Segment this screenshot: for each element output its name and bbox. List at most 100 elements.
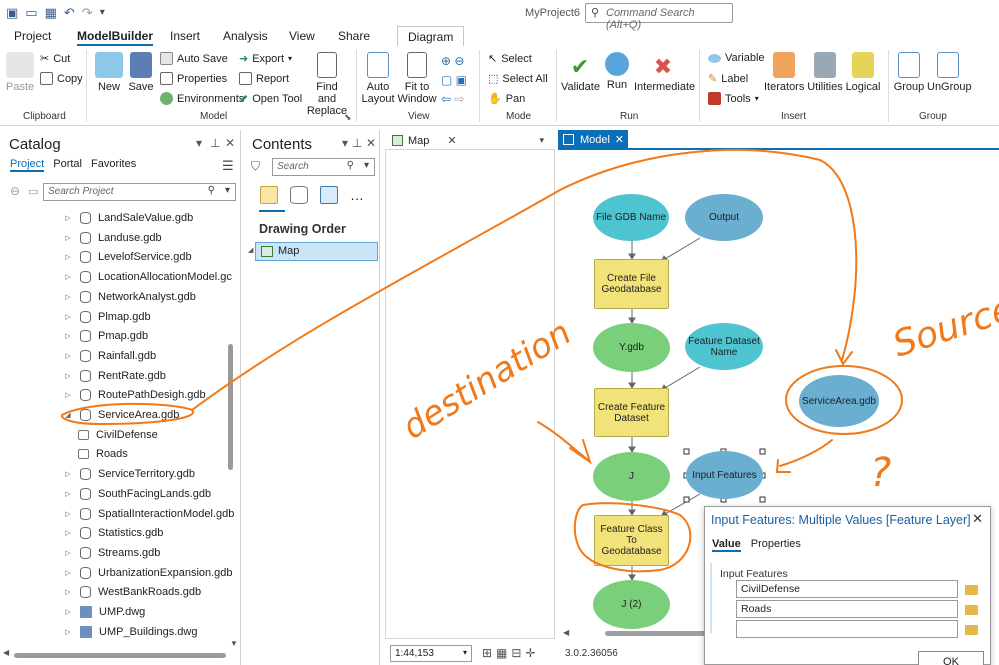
model-node-y-gdb[interactable]: Y.gdb (593, 323, 670, 372)
catalog-item[interactable]: ▷ Landuse.gdb (62, 229, 162, 247)
collapse-icon[interactable]: ◢ (62, 411, 74, 419)
fixed-zoom-icon[interactable]: ▢ ▣ (441, 71, 467, 90)
catalog-item[interactable]: ▷ UMP.dwg (62, 603, 145, 621)
close-icon[interactable]: ✕ (447, 134, 456, 147)
expand-icon[interactable]: ▷ (62, 253, 74, 261)
tab-share[interactable]: Share (338, 29, 370, 43)
paste-button[interactable]: Paste (6, 52, 34, 93)
model-node-file-gdb-name[interactable]: File GDB Name (593, 194, 669, 241)
cut-button[interactable]: ✂ Cut (40, 52, 70, 66)
list-by-selection-icon[interactable] (320, 186, 338, 204)
scroll-left-icon[interactable]: ◀ (563, 628, 569, 637)
map-layer-item[interactable]: Map (255, 242, 378, 261)
model-node-servicearea-gdb[interactable]: ServiceArea.gdb (799, 375, 879, 427)
list-by-source-icon[interactable] (290, 186, 308, 204)
tab-catalog-favorites[interactable]: Favorites (91, 158, 136, 172)
catalog-item[interactable]: ▷ UrbanizationExpansion.gdb (62, 564, 233, 582)
catalog-item[interactable]: ▷ Plmap.gdb (62, 308, 151, 326)
menu-icon[interactable]: ☰ (222, 158, 234, 174)
tab-properties[interactable]: Properties (751, 538, 801, 552)
tab-analysis[interactable]: Analysis (223, 29, 268, 43)
scroll-left-icon[interactable]: ◀ (3, 648, 9, 657)
undo-icon[interactable]: ↶ (64, 5, 75, 21)
horizontal-scrollbar[interactable] (14, 653, 226, 658)
new-model-button[interactable]: New (94, 52, 124, 93)
pan-button[interactable]: ✋ Pan (488, 92, 525, 106)
dialog-launcher-icon[interactable]: ⬊ (344, 112, 352, 123)
variable-button[interactable]: Variable (708, 52, 765, 64)
contents-search-input[interactable]: Search ⚲ ▾ (272, 158, 375, 176)
pin-icon[interactable]: ⊥ (352, 136, 362, 150)
expand-icon[interactable]: ▷ (62, 313, 74, 321)
environments-button[interactable]: Environments (160, 92, 244, 105)
catalog-item[interactable]: ▷ Pmap.gdb (62, 327, 148, 345)
catalog-item[interactable]: ▷ SouthFacingLands.gdb (62, 485, 211, 503)
expand-icon[interactable]: ▷ (62, 608, 74, 616)
redo-icon[interactable]: ↷ (82, 5, 93, 21)
catalog-item[interactable]: ▷ SpatialInteractionModel.gdb (62, 505, 234, 523)
properties-button[interactable]: Properties (160, 72, 227, 85)
model-node-output[interactable]: Output (685, 194, 763, 241)
close-pane-icon[interactable]: ✕ (225, 136, 235, 150)
expand-icon[interactable]: ◢ (248, 246, 253, 254)
report-button[interactable]: Report (239, 72, 289, 85)
catalog-item[interactable]: ▷ LevelofService.gdb (62, 248, 192, 266)
map-scale-select[interactable]: 1:44,153 ▾ (390, 645, 472, 662)
run-button[interactable]: Run (604, 52, 630, 91)
tab-modelbuilder[interactable]: ModelBuilder (77, 29, 154, 46)
folder-icon[interactable] (965, 605, 978, 615)
find-replace-button[interactable]: Find and Replace (306, 52, 348, 117)
more-icon[interactable]: … (350, 186, 364, 204)
model-node-j2[interactable]: J (2) (593, 580, 670, 629)
validate-button[interactable]: ✔ Validate (561, 52, 600, 93)
expand-icon[interactable]: ▷ (62, 588, 74, 596)
input-feature-value-3[interactable] (736, 620, 958, 638)
catalog-item[interactable]: ▷ RentRate.gdb (62, 367, 166, 385)
expand-icon[interactable]: ▷ (62, 628, 74, 636)
expand-icon[interactable]: ▷ (62, 293, 74, 301)
tab-project[interactable]: Project (14, 29, 51, 43)
model-node-feature-class-to-geodatabase[interactable]: Feature Class To Geodatabase (594, 515, 669, 566)
expand-icon[interactable]: ▷ (62, 470, 74, 478)
input-feature-value-1[interactable]: CivilDefense (736, 580, 958, 598)
map-canvas[interactable] (385, 149, 555, 639)
expand-icon[interactable]: ▷ (62, 372, 74, 380)
expand-icon[interactable]: ▷ (62, 273, 74, 281)
auto-save-button[interactable]: Auto Save (160, 52, 228, 65)
tab-view[interactable]: View (289, 29, 315, 43)
fit-to-window-button[interactable]: Fit to Window (397, 52, 437, 105)
new-project-icon[interactable]: ▣ (6, 5, 18, 21)
expand-icon[interactable]: ▷ (62, 529, 74, 537)
scroll-down-icon[interactable]: ▼ (230, 639, 238, 648)
vertical-scrollbar[interactable] (228, 344, 233, 470)
tab-diagram[interactable]: Diagram (397, 26, 465, 46)
tab-insert[interactable]: Insert (170, 29, 200, 43)
catalog-item[interactable]: ▷ RoutePathDesigh.gdb (62, 386, 206, 404)
folder-icon[interactable] (965, 585, 978, 595)
expand-icon[interactable]: ▷ (62, 332, 74, 340)
save-model-button[interactable]: Save (128, 52, 154, 93)
export-button[interactable]: ➜ Export ▾ (239, 52, 292, 66)
input-feature-value-2[interactable]: Roads (736, 600, 958, 618)
map-status-tools[interactable]: ⊞▦⊟✛ (482, 646, 540, 660)
copy-button[interactable]: Copy (40, 72, 83, 85)
model-node-create-file-geodatabase[interactable]: Create File Geodatabase (594, 259, 669, 309)
logical-button[interactable]: Logical (845, 52, 881, 93)
model-node-feature-dataset-name[interactable]: Feature Dataset Name (685, 323, 763, 370)
close-pane-icon[interactable]: ✕ (366, 136, 376, 150)
ok-button[interactable]: OK (918, 651, 984, 665)
catalog-item[interactable]: ▷ WestBankRoads.gdb (62, 583, 201, 601)
catalog-item[interactable]: ▷ ServiceTerritory.gdb (62, 465, 195, 483)
catalog-item[interactable]: ▷ NetworkAnalyst.gdb (62, 288, 196, 306)
open-icon[interactable]: ▭ (25, 5, 37, 21)
pane-options-icon[interactable]: ▾ (196, 136, 202, 150)
back-icon[interactable]: ⊖ (10, 184, 20, 198)
tab-model-view[interactable]: Model ✕ (558, 130, 628, 149)
catalog-item[interactable]: ▷ UMP_Buildings.dwg (62, 623, 197, 641)
expand-icon[interactable]: ▷ (62, 569, 74, 577)
tab-catalog-portal[interactable]: Portal (53, 158, 82, 172)
catalog-item[interactable]: ▷ Rainfall.gdb (62, 347, 156, 365)
catalog-item[interactable]: Roads (74, 445, 128, 463)
expand-icon[interactable]: ▷ (62, 391, 74, 399)
folder-icon[interactable] (965, 625, 978, 635)
